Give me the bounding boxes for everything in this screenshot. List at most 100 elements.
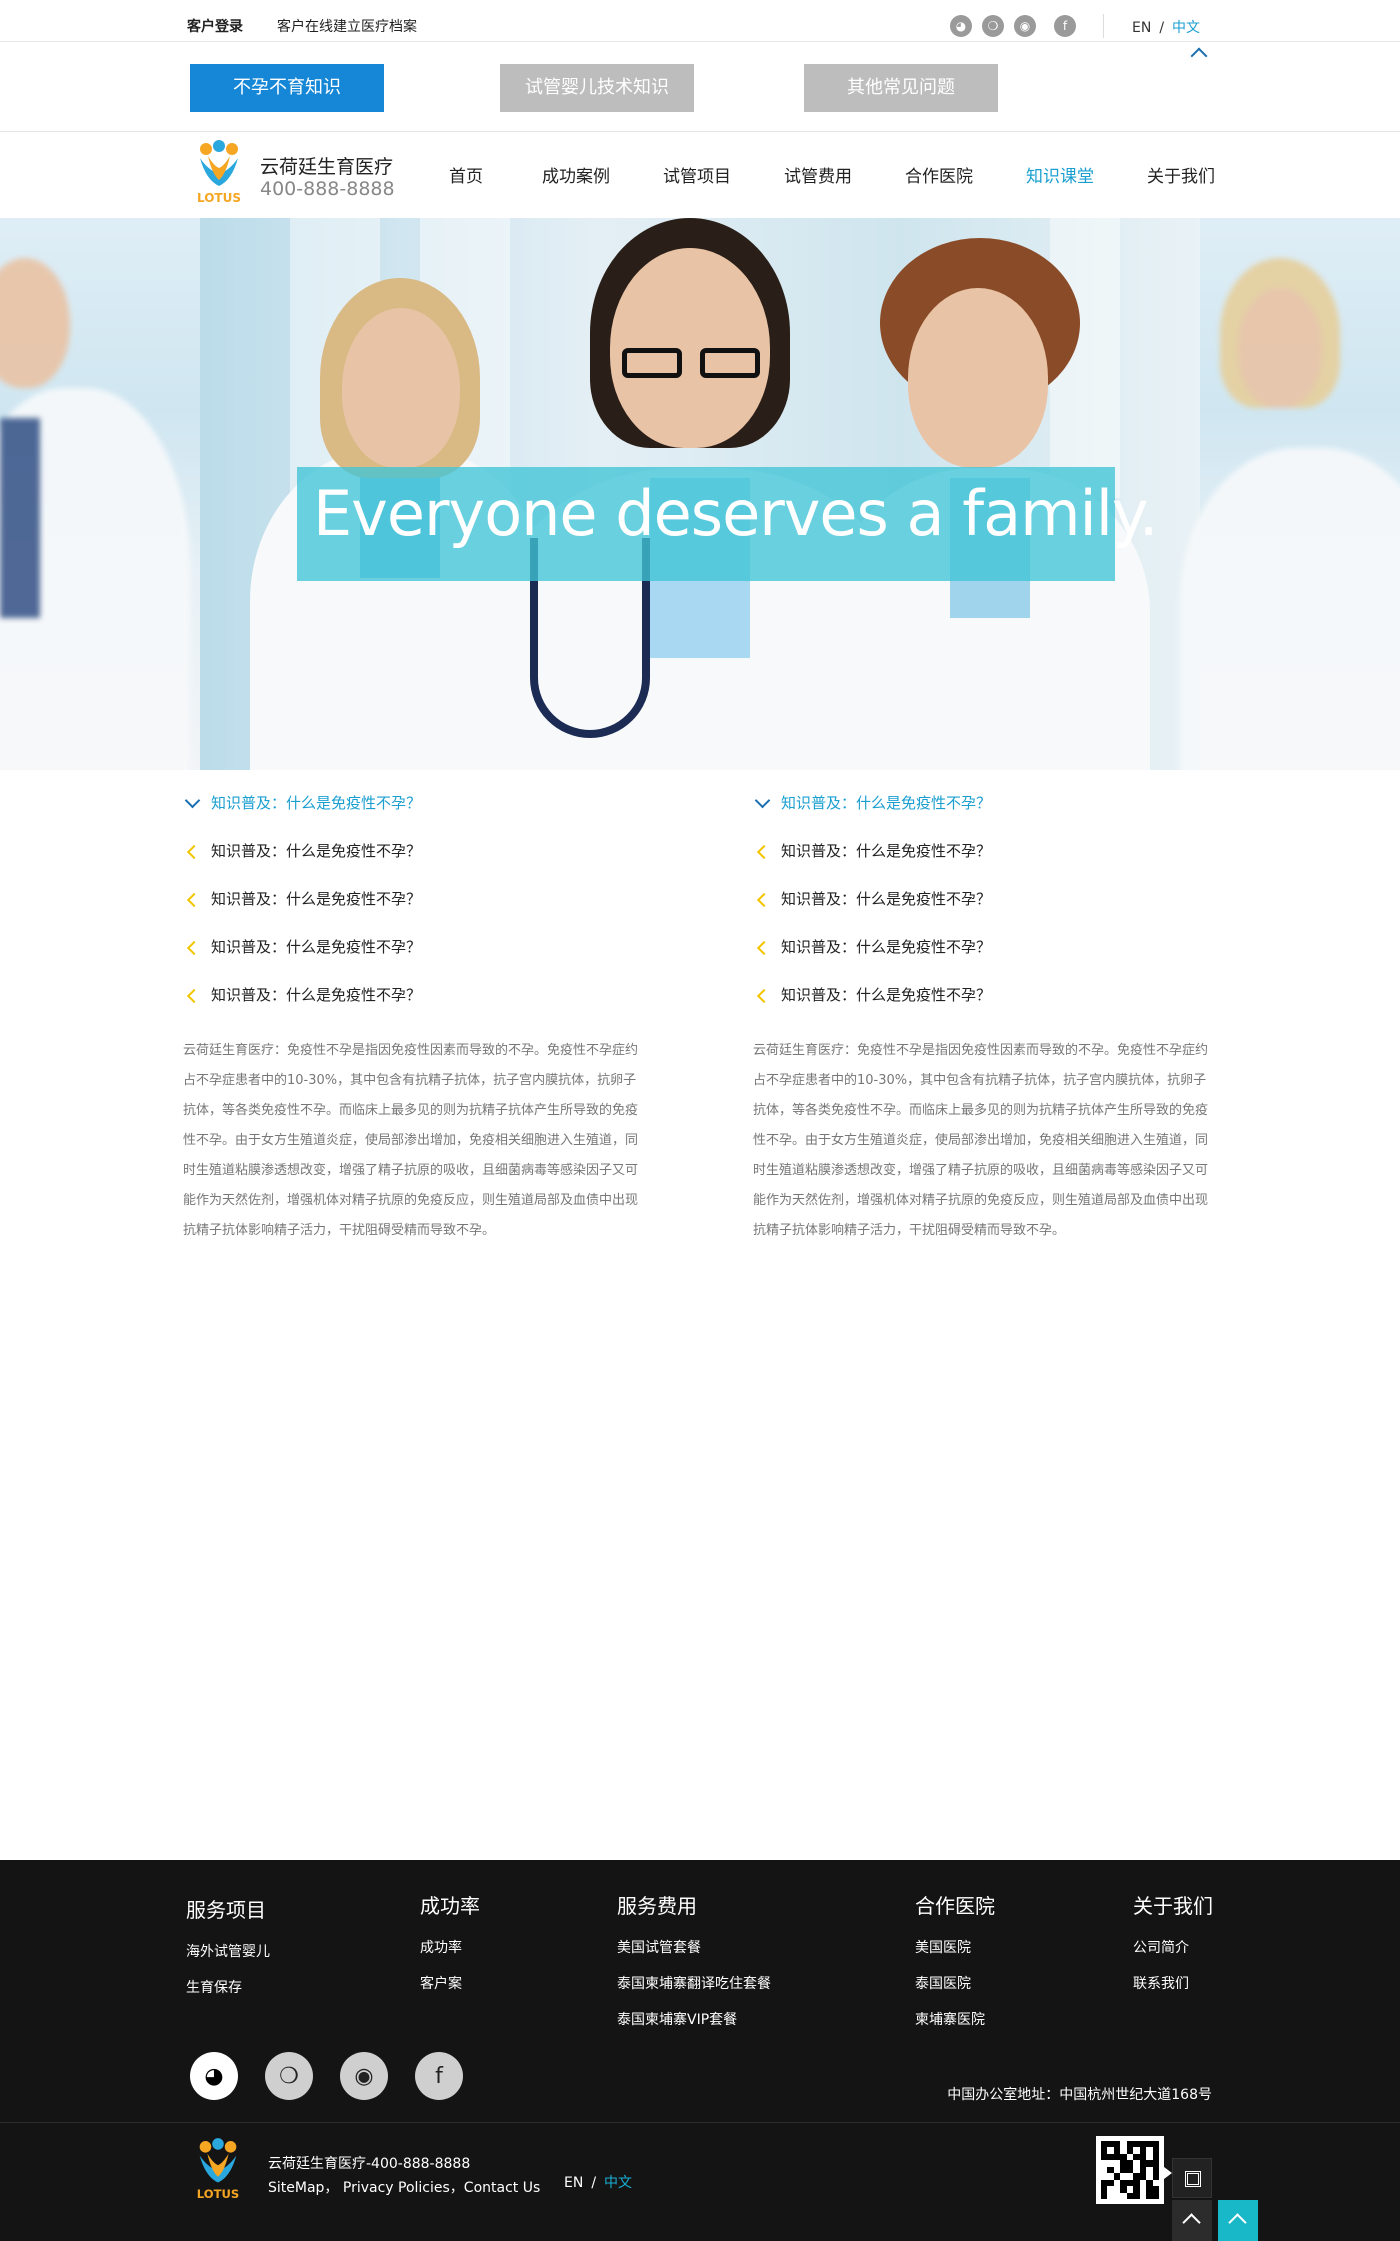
medical-archive-link[interactable]: 客户在线建立医疗档案 xyxy=(277,16,417,36)
lang-separator: / xyxy=(1159,20,1165,36)
nav-success-cases[interactable]: 成功案例 xyxy=(542,162,610,187)
footer-lotus-logo[interactable]: LOTUS xyxy=(190,2138,246,2202)
back-to-top-button[interactable] xyxy=(1218,2200,1258,2241)
top-utility-bar: 客户登录 客户在线建立医疗档案 ◕ ❍ ◉ f EN / 中文 xyxy=(0,0,1400,65)
footer-link[interactable]: 柬埔寨医院 xyxy=(915,2009,995,2045)
nav-home[interactable]: 首页 xyxy=(449,162,483,187)
nav-about-us[interactable]: 关于我们 xyxy=(1147,162,1215,187)
tab-other-questions[interactable]: 其他常见问题 xyxy=(804,64,998,112)
facebook-icon[interactable]: f xyxy=(415,2052,463,2100)
footer-link[interactable]: 泰国柬埔寨VIP套餐 xyxy=(617,2009,771,2045)
footer-link[interactable]: 美国试管套餐 xyxy=(617,1937,771,1973)
qq-icon[interactable]: ◕ xyxy=(190,2052,238,2100)
faq-item[interactable]: 知识普及：什么是免疫性不孕？ xyxy=(183,934,653,982)
faq-column-right: 知识普及：什么是免疫性不孕？ 知识普及：什么是免疫性不孕？ 知识普及：什么是免疫… xyxy=(753,790,1223,1246)
nav-ivf-projects[interactable]: 试管项目 xyxy=(663,162,731,187)
faq-question: 知识普及：什么是免疫性不孕？ xyxy=(781,794,992,812)
footer-link[interactable]: 海外试管婴儿 xyxy=(186,1941,270,1977)
footer-link[interactable]: 联系我们 xyxy=(1133,1973,1213,2009)
chevron-left-icon xyxy=(756,892,772,908)
lotus-logo[interactable]: LOTUS xyxy=(190,140,248,206)
faq-question: 知识普及：什么是免疫性不孕？ xyxy=(781,986,992,1004)
main-navigation: LOTUS 云荷廷生育医疗 400-888-8888 首页 成功案例 试管项目 … xyxy=(0,132,1400,218)
footer-lang-separator: / xyxy=(591,2175,597,2191)
footer-social-links: ◕ ❍ ◉ f xyxy=(190,2052,463,2100)
footer-col-success-rate: 成功率 成功率 客户案 xyxy=(420,1890,480,2009)
hero-slogan: Everyone deserves a family. xyxy=(313,477,1158,550)
faq-question: 知识普及：什么是免疫性不孕？ xyxy=(211,890,422,908)
nav-knowledge-class[interactable]: 知识课堂 xyxy=(1026,162,1094,187)
faq-answer-text: 云荷廷生育医疗：免疫性不孕是指因免疫性因素而导致的不孕。免疫性不孕症约占不孕症患… xyxy=(183,1043,639,1238)
qr-pointer xyxy=(1164,2167,1172,2179)
top-social-links: ◕ ❍ ◉ f xyxy=(950,15,1076,37)
faq-item[interactable]: 知识普及：什么是免疫性不孕？ xyxy=(753,934,1223,982)
faq-answer-text: 云荷廷生育医疗：免疫性不孕是指因免疫性因素而导致的不孕。免疫性不孕症约占不孕症患… xyxy=(753,1043,1209,1238)
faq-item[interactable]: 知识普及：什么是免疫性不孕？ xyxy=(183,886,653,934)
footer-link[interactable]: 生育保存 xyxy=(186,1977,270,2013)
tab-ivf-knowledge[interactable]: 试管婴儿技术知识 xyxy=(500,64,694,112)
chevron-left-icon xyxy=(186,988,202,1004)
footer-link[interactable]: 泰国柬埔寨翻译吃住套餐 xyxy=(617,1973,771,2009)
weibo-icon[interactable]: ◉ xyxy=(340,2052,388,2100)
wechat-icon[interactable]: ❍ xyxy=(265,2052,313,2100)
qr-code-icon[interactable] xyxy=(1172,2158,1212,2198)
faq-item-expanded[interactable]: 知识普及：什么是免疫性不孕？ xyxy=(753,790,1223,838)
footer-link[interactable]: 成功率 xyxy=(420,1937,480,1973)
faq-item[interactable]: 知识普及：什么是免疫性不孕？ xyxy=(753,838,1223,886)
qr-code-image xyxy=(1096,2136,1164,2204)
footer-link[interactable]: 美国医院 xyxy=(915,1937,995,1973)
lang-en-link[interactable]: EN xyxy=(1132,20,1151,36)
chevron-left-icon xyxy=(756,844,772,860)
footer-heading: 服务项目 xyxy=(186,1898,266,1922)
chevron-up-icon xyxy=(1182,2213,1201,2232)
tab-infertility-knowledge[interactable]: 不孕不育知识 xyxy=(190,64,384,112)
faq-item[interactable]: 知识普及：什么是免疫性不孕？ xyxy=(753,982,1223,1030)
footer-heading: 关于我们 xyxy=(1133,1894,1213,1918)
nav-ivf-costs[interactable]: 试管费用 xyxy=(784,162,852,187)
nav-partner-hospitals[interactable]: 合作医院 xyxy=(905,162,973,187)
chevron-down-icon xyxy=(754,792,771,809)
faq-question: 知识普及：什么是免疫性不孕？ xyxy=(211,938,422,956)
faq-item[interactable]: 知识普及：什么是免疫性不孕？ xyxy=(753,886,1223,934)
footer-heading: 合作医院 xyxy=(915,1894,995,1918)
hero-slogan-banner: Everyone deserves a family. xyxy=(297,467,1158,581)
brand-name: 云荷廷生育医疗 xyxy=(260,156,394,178)
footer-policy-links[interactable]: SiteMap， Privacy Policies，Contact Us xyxy=(268,2177,540,2197)
footer-lang-en-link[interactable]: EN xyxy=(564,2175,583,2191)
faq-question: 知识普及：什么是免疫性不孕？ xyxy=(211,842,422,860)
chevron-down-icon xyxy=(184,792,201,809)
site-footer: 服务项目 海外试管婴儿 生育保存 成功率 成功率 客户案 服务费用 美国试管套餐… xyxy=(0,1860,1400,2241)
faq-item[interactable]: 知识普及：什么是免疫性不孕？ xyxy=(183,838,653,886)
footer-lang-zh-link[interactable]: 中文 xyxy=(604,2175,632,2191)
faq-question: 知识普及：什么是免疫性不孕？ xyxy=(781,890,992,908)
chevron-left-icon xyxy=(756,988,772,1004)
footer-heading: 服务费用 xyxy=(617,1894,697,1918)
wechat-icon[interactable]: ❍ xyxy=(982,15,1004,37)
category-tabs: 不孕不育知识 试管婴儿技术知识 其他常见问题 xyxy=(0,42,1400,132)
chevron-left-icon xyxy=(186,892,202,908)
footer-link[interactable]: 泰国医院 xyxy=(915,1973,995,2009)
faq-question: 知识普及：什么是免疫性不孕？ xyxy=(781,842,992,860)
faq-question: 知识普及：什么是免疫性不孕？ xyxy=(211,986,422,1004)
footer-logo-wordmark: LOTUS xyxy=(197,2187,239,2201)
chevron-left-icon xyxy=(186,940,202,956)
footer-link[interactable]: 客户案 xyxy=(420,1973,480,2009)
footer-link[interactable]: 公司简介 xyxy=(1133,1937,1213,1973)
brand-phone: 400-888-8888 xyxy=(260,178,395,200)
facebook-icon[interactable]: f xyxy=(1054,15,1076,37)
footer-heading: 成功率 xyxy=(420,1894,480,1918)
footer-divider xyxy=(0,2122,1400,2123)
chevron-left-icon xyxy=(756,940,772,956)
faq-item-expanded[interactable]: 知识普及：什么是免疫性不孕？ xyxy=(183,790,653,838)
logo-wordmark: LOTUS xyxy=(197,191,241,205)
lang-zh-link[interactable]: 中文 xyxy=(1172,20,1200,36)
faq-item[interactable]: 知识普及：什么是免疫性不孕？ xyxy=(183,982,653,1030)
language-switcher: EN / 中文 xyxy=(1132,17,1200,37)
footer-col-hospitals: 合作医院 美国医院 泰国医院 柬埔寨医院 xyxy=(915,1890,995,2045)
qq-icon[interactable]: ◕ xyxy=(950,15,972,37)
weibo-icon[interactable]: ◉ xyxy=(1014,15,1036,37)
scroll-up-button[interactable] xyxy=(1172,2200,1212,2241)
faq-question: 知识普及：什么是免疫性不孕？ xyxy=(211,794,422,812)
footer-col-services: 服务项目 海外试管婴儿 生育保存 xyxy=(186,1894,270,2013)
customer-login-link[interactable]: 客户登录 xyxy=(187,16,243,36)
